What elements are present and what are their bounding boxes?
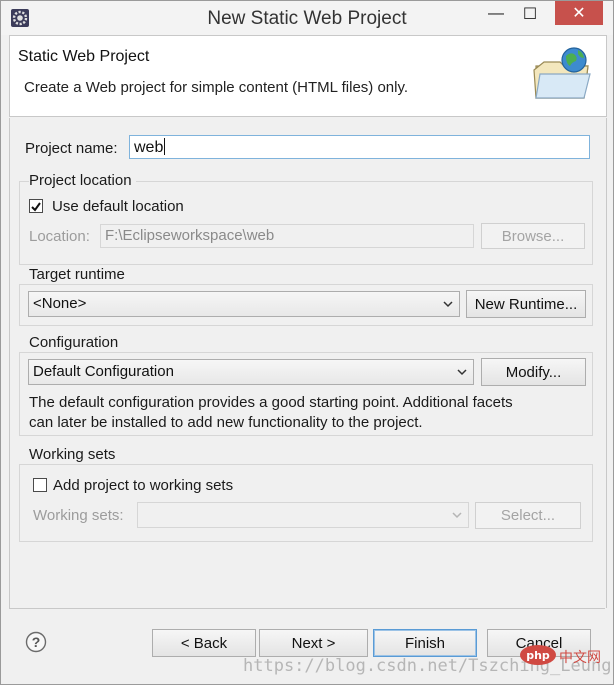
maximize-button[interactable]: ☐ [515, 1, 545, 27]
configuration-select[interactable]: Default Configuration [28, 359, 474, 385]
folder-globe-icon [533, 47, 591, 99]
modify-button[interactable]: Modify... [481, 358, 586, 386]
location-label: Location: [29, 228, 90, 245]
dialog-window: New Static Web Project — ☐ ✕ Static Web … [0, 0, 614, 685]
checkmark-icon [31, 202, 41, 212]
footer-divider [9, 608, 605, 609]
configuration-description-line2: can later be installed to add new functi… [29, 414, 423, 431]
target-runtime-title: Target runtime [29, 266, 129, 283]
help-glyph: ? [32, 634, 41, 650]
target-runtime-select[interactable]: <None> [28, 291, 460, 317]
project-name-input[interactable]: web [129, 135, 590, 159]
title-bar: New Static Web Project — ☐ ✕ [1, 1, 613, 35]
working-sets-title: Working sets [29, 446, 120, 463]
browse-button[interactable]: Browse... [481, 223, 585, 249]
help-icon[interactable]: ? [25, 631, 47, 653]
chevron-down-icon [452, 512, 462, 519]
text-caret [164, 138, 166, 155]
configuration-description-line1: The default configuration provides a goo… [29, 394, 513, 411]
target-runtime-value: <None> [33, 295, 87, 312]
wizard-banner: Static Web Project Create a Web project … [9, 35, 607, 117]
add-to-working-sets-checkbox[interactable] [33, 478, 47, 492]
minimize-button[interactable]: — [481, 1, 511, 27]
php-badge-text: php [526, 649, 550, 662]
configuration-title: Configuration [29, 334, 123, 351]
finish-button[interactable]: Finish [373, 629, 477, 657]
configuration-value: Default Configuration [33, 363, 174, 380]
close-window-button[interactable]: ✕ [555, 1, 603, 25]
next-button[interactable]: Next > [259, 629, 368, 657]
location-input[interactable]: F:\Eclipseworkspace\web [100, 224, 474, 248]
wizard-page-description: Create a Web project for simple content … [24, 79, 409, 96]
add-to-working-sets-label[interactable]: Add project to working sets [53, 477, 233, 494]
wizard-page-title: Static Web Project [18, 48, 150, 65]
select-working-sets-button[interactable]: Select... [475, 502, 581, 529]
chevron-down-icon [457, 369, 467, 376]
new-runtime-button[interactable]: New Runtime... [466, 290, 586, 318]
project-name-value: web [134, 139, 164, 156]
chevron-down-icon [443, 301, 453, 308]
project-location-title: Project location [29, 172, 136, 189]
working-sets-select[interactable] [137, 502, 469, 528]
watermark-site-suffix: 中文网 [559, 649, 601, 665]
back-button[interactable]: < Back [152, 629, 256, 657]
php-logo-icon: php [520, 645, 556, 665]
working-sets-label: Working sets: [33, 507, 124, 524]
use-default-location-label[interactable]: Use default location [52, 198, 184, 215]
use-default-location-checkbox[interactable] [29, 199, 43, 213]
project-name-label: Project name: [25, 140, 118, 157]
